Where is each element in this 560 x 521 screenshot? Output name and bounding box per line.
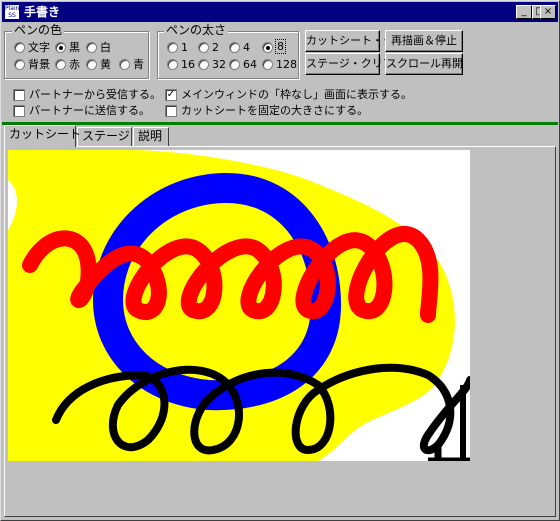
drawing-canvas[interactable] [8, 150, 470, 461]
radio-color-background[interactable] [14, 59, 25, 70]
send-to-partner-checkbox[interactable] [13, 105, 25, 117]
tab-stage[interactable]: ステージ [77, 127, 132, 146]
title-bar[interactable]: Plain SS 手書き _ □ × [2, 2, 558, 22]
radio-width-4-label: 4 [243, 41, 250, 54]
pen-color-group [4, 31, 149, 79]
drawing [8, 150, 470, 461]
separator-line [2, 122, 558, 125]
tab-cut-sheet[interactable]: カットシート [4, 125, 81, 147]
scroll-resume-button[interactable]: スクロール再開 [385, 53, 463, 75]
radio-width-1[interactable] [167, 42, 178, 53]
receive-from-partner-label: パートナーから受信する。 [29, 88, 161, 101]
radio-width-64-label: 64 [243, 58, 257, 71]
radio-width-32[interactable] [198, 59, 209, 70]
radio-color-white[interactable] [86, 42, 97, 53]
redraw-stop-button[interactable]: 再描画＆停止 [385, 30, 463, 52]
show-main-window-checkbox[interactable]: ✓ [165, 89, 177, 101]
window-title: 手書き [24, 5, 61, 19]
radio-color-background-label: 背景 [28, 58, 50, 71]
tab-description[interactable]: 説明 [133, 127, 169, 146]
pen-width-legend: ペンの太さ [164, 23, 229, 37]
radio-color-black-label: 黒 [69, 41, 80, 54]
radio-color-red-label: 赤 [69, 58, 80, 71]
radio-color-black[interactable] [55, 42, 66, 53]
radio-width-16-label: 16 [181, 58, 195, 71]
fix-cut-sheet-size-checkbox[interactable] [165, 105, 177, 117]
cut-sheet-clear-button[interactable]: カットシート・クリア [305, 30, 416, 52]
radio-width-8[interactable] [262, 42, 273, 53]
radio-width-2[interactable] [198, 42, 209, 53]
radio-color-blue[interactable] [119, 59, 130, 70]
close-button[interactable]: × [540, 5, 556, 19]
show-main-window-label: メインウィンドの「枠なし」画面に表示する。 [181, 88, 412, 101]
app-icon: Plain SS [5, 5, 20, 19]
minimize-button[interactable]: _ [516, 5, 532, 19]
send-to-partner-label: パートナーに送信する。 [29, 104, 150, 117]
pen-width-group [157, 31, 299, 79]
radio-width-128[interactable] [262, 59, 273, 70]
fix-cut-sheet-size-label: カットシートを固定の大きさにする。 [181, 104, 369, 117]
stage-clear-button[interactable]: ステージ・クリア [305, 53, 394, 75]
radio-width-2-label: 2 [212, 41, 219, 54]
radio-color-text-label: 文字 [28, 41, 50, 54]
radio-width-8-label: 8 [275, 39, 286, 54]
radio-color-blue-label: 青 [133, 58, 144, 71]
radio-width-1-label: 1 [181, 41, 188, 54]
radio-color-yellow[interactable] [86, 59, 97, 70]
pen-color-legend: ペンの色 [12, 23, 65, 37]
radio-color-text[interactable] [14, 42, 25, 53]
radio-width-128-label: 128 [276, 58, 297, 71]
radio-width-64[interactable] [229, 59, 240, 70]
radio-width-4[interactable] [229, 42, 240, 53]
radio-color-yellow-label: 黄 [100, 58, 111, 71]
radio-color-red[interactable] [55, 59, 66, 70]
radio-width-32-label: 32 [212, 58, 226, 71]
radio-color-white-label: 白 [100, 41, 111, 54]
receive-from-partner-checkbox[interactable] [13, 89, 25, 101]
radio-width-16[interactable] [167, 59, 178, 70]
